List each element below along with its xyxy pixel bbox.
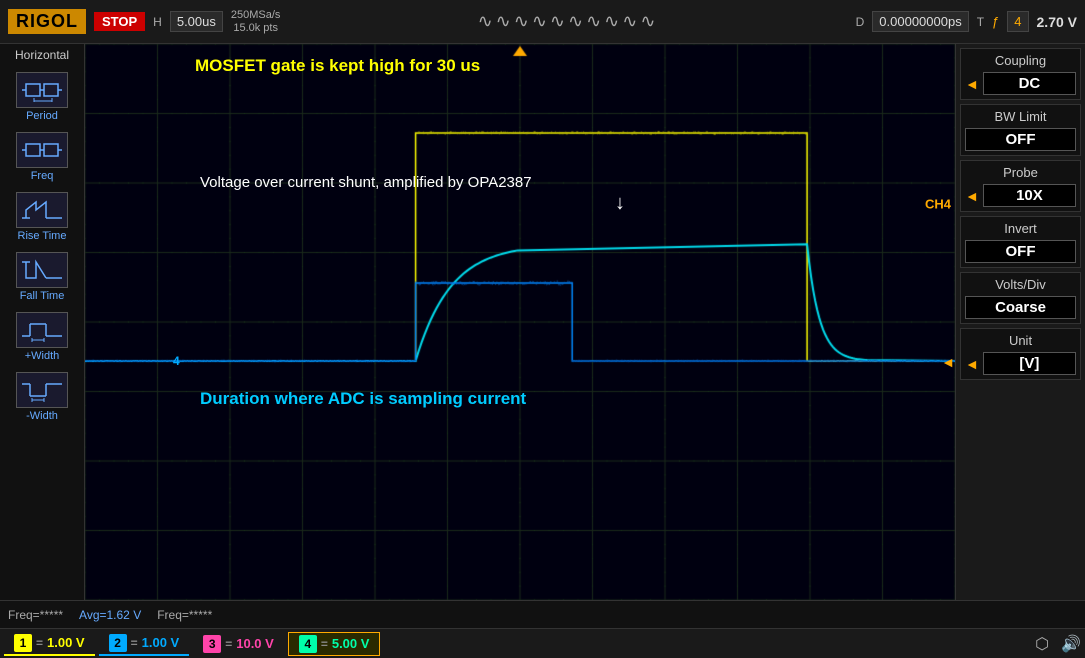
coupling-value-row: ◄ DC (965, 72, 1076, 95)
timebase-display[interactable]: 5.00us (170, 11, 223, 32)
status-bar: Freq=***** Avg=1.62 V Freq=***** (0, 600, 1085, 628)
bw-limit-title: BW Limit (965, 109, 1076, 124)
freq-icon (16, 132, 68, 168)
stop-button[interactable]: STOP (94, 12, 145, 31)
h-label: H (153, 15, 162, 29)
ch4-eq: = (321, 637, 328, 651)
probe-left-arrow[interactable]: ◄ (965, 188, 979, 204)
coupling-title: Coupling (965, 53, 1076, 68)
freq1-status: Freq=***** (8, 608, 63, 622)
channel-bar: 1 = 1.00 V 2 = 1.00 V 3 = 10.0 V 4 = 5.0… (0, 628, 1085, 658)
mosfet-annotation: MOSFET gate is kept high for 30 us (195, 56, 480, 76)
channel-3[interactable]: 3 = 10.0 V (193, 633, 284, 655)
probe-value-row: ◄ 10X (965, 184, 1076, 207)
channel-1[interactable]: 1 = 1.00 V (4, 632, 95, 656)
sidebar-item-plus-width[interactable]: +Width (14, 308, 70, 366)
invert-value-row: OFF (965, 240, 1076, 263)
ch4-num: 4 (299, 635, 317, 653)
volts-div-title: Volts/Div (965, 277, 1076, 292)
trigger-wave-display: ∿∿∿∿∿∿∿∿∿∿ (288, 11, 847, 32)
fall-time-icon (16, 252, 68, 288)
ch3-val: 10.0 V (236, 636, 274, 651)
trig-num[interactable]: 4 (1007, 11, 1028, 32)
ch4-val: 5.00 V (332, 636, 370, 651)
rise-time-label: Rise Time (18, 230, 67, 242)
ch3-num: 3 (203, 635, 221, 653)
pts-display: 15.0k pts (233, 22, 278, 34)
plus-width-icon (16, 312, 68, 348)
ch1-num: 1 (14, 634, 32, 652)
ch1-val: 1.00 V (47, 635, 85, 650)
freq2-status: Freq=***** (157, 608, 212, 622)
unit-left-arrow[interactable]: ◄ (965, 356, 979, 372)
right-sidebar: Coupling ◄ DC BW Limit OFF Probe ◄ 10X I… (955, 44, 1085, 600)
unit-value-row: ◄ [V] (965, 352, 1076, 375)
avg-status: Avg=1.62 V (79, 608, 141, 622)
main-area: Horizontal Period (0, 44, 1085, 600)
bw-limit-value-row: OFF (965, 128, 1076, 151)
oscilloscope-display: MOSFET gate is kept high for 30 us Volta… (85, 44, 955, 600)
ch4-marker: 4 (173, 354, 180, 368)
invert-value: OFF (965, 240, 1076, 263)
channel-4[interactable]: 4 = 5.00 V (288, 632, 381, 656)
opa-annotation: Voltage over current shunt, amplified by… (200, 174, 532, 191)
unit-value: [V] (983, 352, 1076, 375)
trig-icon: ƒ (992, 14, 999, 29)
voltage-display: 2.70 V (1037, 14, 1077, 30)
ch1-eq: = (36, 636, 43, 650)
unit-title: Unit (965, 333, 1076, 348)
channel-2[interactable]: 2 = 1.00 V (99, 632, 190, 656)
invert-title: Invert (965, 221, 1076, 236)
adc-annotation: Duration where ADC is sampling current (200, 389, 526, 409)
sidebar-item-minus-width[interactable]: -Width (14, 368, 70, 426)
period-icon (16, 72, 68, 108)
period-label: Period (26, 110, 58, 122)
sidebar-item-freq[interactable]: Freq (14, 128, 70, 186)
ch2-num: 2 (109, 634, 127, 652)
coupling-value: DC (983, 72, 1076, 95)
trigger-level-indicator: ◄ (941, 354, 955, 370)
volts-div-section: Volts/Div Coarse (960, 272, 1081, 324)
sidebar-item-rise-time[interactable]: Rise Time (14, 188, 70, 246)
ch4-label: CH4 (925, 197, 951, 212)
bw-limit-section: BW Limit OFF (960, 104, 1081, 156)
sidebar-item-fall-time[interactable]: Fall Time (14, 248, 70, 306)
d-label: D (856, 15, 865, 29)
sidebar-item-period[interactable]: Period (14, 68, 70, 126)
ch2-eq: = (131, 636, 138, 650)
volts-div-value-row: Coarse (965, 296, 1076, 319)
probe-title: Probe (965, 165, 1076, 180)
unit-section: Unit ◄ [V] (960, 328, 1081, 380)
probe-value: 10X (983, 184, 1076, 207)
bw-limit-value: OFF (965, 128, 1076, 151)
sidebar-title: Horizontal (15, 48, 69, 62)
ch2-val: 1.00 V (142, 635, 180, 650)
sample-rate: 250MSa/s (231, 9, 281, 21)
t-label: T (977, 15, 984, 29)
rise-time-icon (16, 192, 68, 228)
freq-label: Freq (31, 170, 54, 182)
delay-display[interactable]: 0.00000000ps (872, 11, 968, 32)
plus-width-label: +Width (25, 350, 60, 362)
coupling-left-arrow[interactable]: ◄ (965, 76, 979, 92)
probe-section: Probe ◄ 10X (960, 160, 1081, 212)
minus-width-icon (16, 372, 68, 408)
top-bar: RIGOL STOP H 5.00us 250MSa/s 15.0k pts ∿… (0, 0, 1085, 44)
fall-time-label: Fall Time (20, 290, 65, 302)
ch3-eq: = (225, 637, 232, 651)
coupling-section: Coupling ◄ DC (960, 48, 1081, 100)
rigol-logo: RIGOL (8, 9, 86, 34)
invert-section: Invert OFF (960, 216, 1081, 268)
minus-width-label: -Width (26, 410, 58, 422)
grid-canvas (85, 44, 955, 600)
volts-div-value: Coarse (965, 296, 1076, 319)
opa-arrow: ↓ (615, 192, 625, 215)
left-sidebar: Horizontal Period (0, 44, 85, 600)
